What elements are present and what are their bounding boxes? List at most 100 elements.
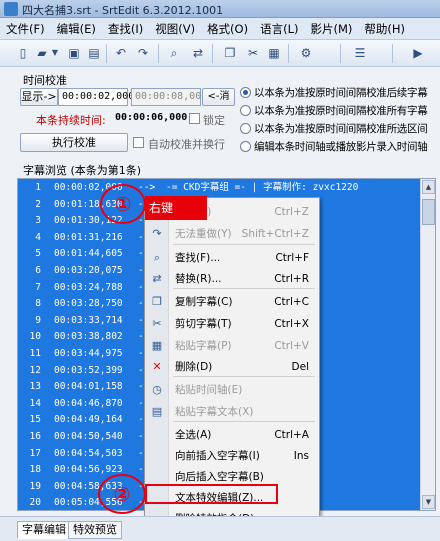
radio-option-edit-timeline[interactable]: 编辑本条时间轴或播放影片录入时间轴 [240, 138, 428, 154]
context-menu-item[interactable]: ✂ 剪切字幕(T) Ctrl+X [145, 314, 319, 334]
context-menu-item: ▤ 粘贴字幕文本(X) [145, 402, 319, 422]
vertical-scrollbar[interactable]: ▲ ▼ [420, 179, 435, 510]
menu-file[interactable]: 文件(F) [0, 21, 51, 37]
context-menu: ↶撤消(V)Ctrl+Z↷无法重做(Y)Shift+Ctrl+Z⌕查找(F)..… [144, 197, 320, 530]
scroll-down-icon[interactable]: ▼ [422, 495, 435, 509]
menu-edit[interactable]: 编辑(E) [51, 21, 102, 37]
paste-icon[interactable]: ▦ [266, 45, 282, 61]
subtitle-list-title: 字幕浏览 (本条为第1条) [23, 164, 142, 177]
find-icon: ⌕ [153, 251, 161, 264]
lock-checkbox[interactable] [189, 113, 200, 124]
row-start-time: 00:04:49,164 [54, 414, 123, 426]
duration-value: 00:00:06,000 [115, 112, 188, 123]
toolbar-separator [392, 44, 393, 63]
context-menu-item-shortcut: Ctrl+A [274, 429, 309, 441]
target-time-field[interactable]: 00:00:08,000 [131, 88, 207, 106]
context-menu-item[interactable]: ⇄ 替换(R)... Ctrl+R [145, 269, 319, 289]
row-start-time: 00:03:52,399 [54, 364, 123, 376]
find-icon[interactable]: ⌕ [166, 45, 182, 61]
tab-subtitle-edit[interactable]: 字幕编辑 [17, 521, 71, 539]
radio-button[interactable] [240, 140, 251, 152]
table-row[interactable]: 1 00:00:02,000 -= CKD字幕组 =- | 字幕制作: zvxc12… [18, 179, 421, 196]
list-view-icon[interactable]: ☰ [352, 45, 368, 61]
cut-icon[interactable]: ✂ [245, 45, 261, 61]
new-file-icon[interactable]: ▯ [15, 45, 31, 61]
row-start-time: 00:04:50,540 [54, 431, 123, 442]
menu-format[interactable]: 格式(O) [201, 21, 254, 37]
row-start-time: 00:03:24,788 [54, 281, 123, 293]
open-folder-icon[interactable]: ▰ [34, 45, 50, 61]
context-menu-item-shortcut: Ctrl+Z [274, 206, 309, 218]
menu-movie[interactable]: 影片(M) [304, 21, 358, 37]
context-menu-item-shortcut: Ctrl+R [274, 273, 309, 285]
cancel-button[interactable]: <-消 [202, 88, 235, 106]
context-menu-item: ↷ 无法重做(Y) Shift+Ctrl+Z [145, 224, 319, 244]
radio-option-subsequent[interactable]: 以本条为准按原时间间隔校准后续字幕 [240, 84, 428, 100]
context-menu-item[interactable]: ✕ 删除(D) Del [145, 357, 319, 377]
row-start-time: 00:01:31,216 [54, 231, 123, 243]
highlight-box [145, 484, 278, 504]
context-menu-item-shortcut: Del [291, 361, 309, 373]
row-start-time: 00:01:44,605 [54, 248, 123, 260]
context-menu-item-label: 替换(R)... [175, 273, 222, 285]
radio-option-range[interactable]: 以本条为准按原时间间隔校准所选区间 [240, 120, 428, 136]
display-button[interactable]: 显示-> [20, 88, 58, 106]
settings-icon[interactable]: ⚙ [298, 45, 314, 61]
context-menu-item: ◷ 粘贴时间轴(E) [145, 380, 319, 400]
redo-icon: ↷ [152, 227, 162, 240]
toolbar-separator [158, 44, 159, 63]
redo-icon[interactable]: ↷ [135, 45, 151, 61]
context-menu-item-shortcut: Ctrl+F [275, 252, 309, 264]
row-start-time: 00:03:28,750 [54, 298, 123, 310]
row-start-time: 00:04:01,158 [54, 381, 123, 393]
context-menu-item[interactable]: 全选(A) Ctrl+A [145, 425, 319, 445]
lock-label: 锁定 [203, 114, 225, 127]
row-start-time: 00:03:44,975 [54, 348, 123, 359]
row-text: -= CKD字幕组 =- | 字幕制作: zvxc1220 [166, 182, 359, 193]
replace-icon[interactable]: ⇄ [190, 45, 206, 61]
row-number: 2 [35, 198, 41, 210]
save-as-icon[interactable]: ▤ [86, 45, 102, 61]
context-menu-item-shortcut: Ins [293, 450, 309, 462]
replace-icon: ⇄ [152, 272, 162, 285]
context-menu-item[interactable]: ⌕ 查找(F)... Ctrl+F [145, 248, 319, 268]
radio-button[interactable] [240, 122, 251, 134]
row-number: 11 [29, 348, 41, 359]
menu-separator [173, 244, 315, 245]
menu-find[interactable]: 查找(I) [102, 21, 149, 37]
dropdown-arrow-icon[interactable]: ▼ [50, 45, 60, 61]
time-correction-title: 时间校准 [23, 74, 67, 87]
row-start-time: 00:04:54,503 [54, 447, 123, 459]
save-icon[interactable]: ▣ [66, 45, 82, 61]
radio-option-all[interactable]: 以本条为准按原时间间隔校准所有字幕 [240, 102, 428, 118]
row-number: 8 [35, 298, 41, 310]
row-number: 15 [29, 414, 41, 426]
toolbar-separator [106, 44, 107, 63]
copy-icon: ❐ [152, 295, 162, 308]
menu-view[interactable]: 视图(V) [149, 21, 201, 37]
auto-correct-checkbox[interactable] [133, 137, 144, 148]
row-number: 6 [35, 265, 41, 276]
scroll-thumb[interactable] [422, 199, 435, 225]
toolbar-separator [340, 44, 341, 63]
scroll-up-icon[interactable]: ▲ [422, 180, 435, 194]
display-time-field[interactable]: 00:00:02,000 [58, 88, 134, 106]
copy-icon[interactable]: ❐ [222, 45, 238, 61]
app-icon [4, 2, 18, 16]
context-menu-item-label: 向前插入空字幕(I) [175, 450, 260, 462]
execute-correction-button[interactable]: 执行校准 [20, 133, 128, 152]
context-menu-item-label: 复制字幕(C) [175, 296, 233, 308]
context-menu-item-label: 全选(A) [175, 429, 212, 441]
radio-button[interactable] [240, 104, 251, 116]
menu-help[interactable]: 帮助(H) [358, 21, 411, 37]
context-menu-item-label: 粘贴字幕(P) [175, 340, 232, 352]
tab-effect-preview[interactable]: 特效预览 [68, 521, 122, 539]
context-menu-item-label: 无法重做(Y) [175, 228, 232, 240]
context-menu-item[interactable]: 向前插入空字幕(I) Ins [145, 446, 319, 466]
play-icon[interactable]: ▶ [410, 45, 426, 61]
undo-icon[interactable]: ↶ [113, 45, 129, 61]
toolbar: ▯ ▰ ▼ ▣ ▤ ↶ ↷ ⌕ ⇄ ❐ ✂ ▦ ⚙ ☰ ▶ [0, 40, 440, 67]
radio-button[interactable] [240, 86, 251, 98]
menu-language[interactable]: 语言(L) [254, 21, 304, 37]
context-menu-item[interactable]: ❐ 复制字幕(C) Ctrl+C [145, 292, 319, 312]
